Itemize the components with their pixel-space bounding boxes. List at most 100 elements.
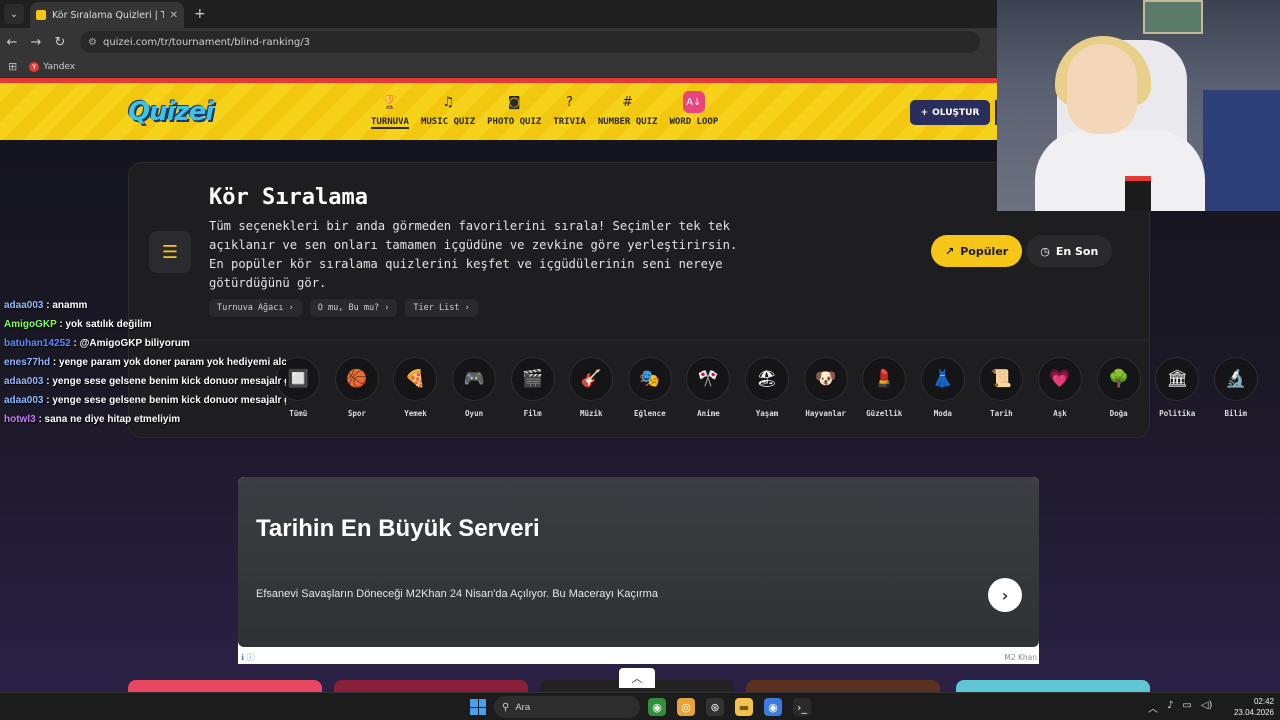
ad-info-icon[interactable]: ℹ ⓘ (241, 652, 255, 663)
nav-tournament[interactable]: 🏆 TURNUVA (365, 91, 415, 129)
browser-tab[interactable]: Kör Sıralama Quizleri | Turnuva ✕ (30, 2, 184, 28)
category-item[interactable]: 🎬 Film (503, 357, 562, 418)
category-item[interactable]: 💗 Aşk (1031, 357, 1090, 418)
quiz-card[interactable] (746, 680, 940, 692)
category-item[interactable]: 🎌 Anime (679, 357, 738, 418)
create-button[interactable]: + OLUŞTUR (910, 100, 990, 125)
category-item[interactable]: 🏀 Spor (328, 357, 387, 418)
webcam-poster (1143, 0, 1203, 34)
search-label: Ara (515, 701, 531, 713)
obs-icon[interactable]: ⊛ (706, 698, 724, 716)
link-this-or-that[interactable]: O mu, Bu mu? › (309, 299, 398, 317)
yandex-icon: Y (29, 61, 40, 72)
nav-trivia[interactable]: ? TRIVIA (547, 91, 592, 129)
category-item[interactable]: 🏛 Politika (1148, 357, 1207, 418)
category-item[interactable]: 🎭 Eğlence (621, 357, 680, 418)
bookmark-label: Yandex (43, 61, 76, 72)
chrome-icon[interactable]: ◉ (648, 698, 666, 716)
browser-tab-bar: ⌄ Kör Sıralama Quizleri | Turnuva ✕ + (0, 0, 1000, 28)
clock-date: 23.04.2026 (1233, 708, 1274, 717)
word-loop-icon: A↓ (682, 91, 705, 113)
nav-word-loop[interactable]: A↓ WORD LOOP (663, 91, 724, 129)
category-item[interactable]: 🌳 Doğa (1089, 357, 1148, 418)
taskbar-clock[interactable]: 02:42 23.04.2026 (1226, 696, 1274, 718)
nav-number-quiz[interactable]: # NUMBER QUIZ (592, 91, 664, 129)
sort-newest-button[interactable]: ◷ En Son (1026, 235, 1113, 267)
advertisement[interactable]: Tarihin En Büyük Serveri Efsanevi Savaşl… (238, 477, 1039, 664)
nav-label: NUMBER QUIZ (597, 117, 658, 127)
category-item[interactable]: 👗 Moda (914, 357, 973, 418)
category-item[interactable]: 🎮 Oyun (445, 357, 504, 418)
main-nav: 🏆 TURNUVA ♫ MUSIC QUIZ ◙ PHOTO QUIZ ? TR… (365, 91, 724, 129)
chat-username: adaa003 (4, 395, 44, 406)
chat-message: AmigoGKP : yok satılık değilim (4, 315, 286, 334)
terminal-icon[interactable]: ›_ (793, 698, 811, 716)
link-tier-list[interactable]: Tier List › (405, 299, 478, 317)
reload-icon[interactable]: ↻ (48, 35, 72, 50)
chat-text: : sana ne diye hitap etmeliyim (38, 414, 181, 425)
new-tab-button[interactable]: + (194, 6, 206, 22)
close-tab-icon[interactable]: ✕ (170, 10, 178, 21)
ad-banner[interactable]: Tarihin En Büyük Serveri Efsanevi Savaşl… (238, 477, 1039, 647)
category-label: Müzik (579, 409, 603, 418)
chat-message: batuhan14252 : @AmigoGKP biliyorum (4, 334, 286, 353)
category-item[interactable]: 🎸 Müzik (562, 357, 621, 418)
category-item[interactable]: 🍕 Yemek (386, 357, 445, 418)
microphone-icon[interactable]: ♪ (1167, 700, 1173, 715)
quiz-card[interactable] (956, 680, 1150, 692)
chat-message: adaa003 : anamm (4, 296, 286, 315)
category-item[interactable]: 📜 Tarih (972, 357, 1031, 418)
url-text: quizei.com/tr/tournament/blind-ranking/3 (102, 36, 310, 48)
url-input[interactable]: ⚙ quizei.com/tr/tournament/blind-ranking… (80, 31, 980, 53)
category-item[interactable]: 🐶 Hayvanlar (796, 357, 855, 418)
nav-music-quiz[interactable]: ♫ MUSIC QUIZ (415, 91, 481, 129)
network-icon[interactable]: ▭ (1182, 700, 1191, 715)
quizei-logo[interactable]: Quizei (128, 97, 214, 127)
clock-time: 02:42 (1253, 697, 1274, 706)
folder-icon[interactable]: ▬ (735, 698, 753, 716)
category-icon: 🎮 (452, 357, 497, 401)
scroll-up-button[interactable]: ︿ (619, 668, 655, 688)
windows-start-icon[interactable] (470, 699, 486, 715)
ad-text: Efsanevi Savaşların Döneceği M2Khan 24 N… (256, 588, 658, 600)
ad-arrow-button[interactable]: › (988, 578, 1022, 612)
category-label: Yaşam (755, 409, 779, 418)
clock-icon: ◷ (1040, 244, 1050, 258)
ranking-list-icon: ☰ (149, 231, 191, 273)
nav-label: WORD LOOP (669, 117, 719, 127)
quiz-card[interactable] (334, 680, 528, 692)
category-icon: 🌳 (1096, 357, 1141, 401)
category-item[interactable]: 💄 Güzellik (855, 357, 914, 418)
chrome-profile-icon[interactable]: ◉ (764, 698, 782, 716)
quiz-card[interactable] (128, 680, 322, 692)
nav-photo-quiz[interactable]: ◙ PHOTO QUIZ (481, 91, 547, 129)
browser-icon[interactable]: ◎ (677, 698, 695, 716)
tray-overflow-icon[interactable]: ︿ (1148, 700, 1158, 715)
category-item[interactable]: 🏖 Yaşam (738, 357, 797, 418)
plus-icon: + (920, 107, 929, 118)
nav-label: TURNUVA (371, 117, 409, 129)
site-info-icon[interactable]: ⚙ (88, 37, 97, 48)
forward-icon[interactable]: → (24, 35, 48, 50)
sort-popular-button[interactable]: ↗ Popüler (931, 235, 1023, 267)
chat-username: adaa003 (4, 376, 44, 387)
back-icon[interactable]: ← (0, 35, 24, 50)
webcam-microphone (1125, 176, 1151, 211)
category-item[interactable]: 🔬 Bilim (1207, 357, 1266, 418)
category-icon: 🔬 (1213, 357, 1258, 401)
volume-icon[interactable]: ◁) (1201, 700, 1213, 715)
camera-icon: ◙ (507, 94, 521, 110)
category-label: Spor (347, 409, 366, 418)
system-tray: ︿ ♪ ▭ ◁) (1148, 700, 1212, 715)
ad-brand: M2 Khan (1004, 653, 1037, 662)
hash-icon: # (622, 94, 634, 110)
category-label: Tarih (990, 409, 1013, 418)
category-label: Film (523, 409, 542, 418)
bookmark-yandex[interactable]: Y Yandex (29, 61, 76, 72)
tab-search-button[interactable]: ⌄ (4, 4, 24, 24)
apps-grid-icon[interactable]: ⊞ (8, 60, 17, 73)
category-label: Tümü (289, 409, 308, 418)
category-icon: 🎸 (569, 357, 614, 401)
taskbar-search[interactable]: ⚲ Ara (494, 696, 640, 718)
site-header: Quizei 🏆 TURNUVA ♫ MUSIC QUIZ ◙ PHOTO QU… (0, 78, 1000, 140)
